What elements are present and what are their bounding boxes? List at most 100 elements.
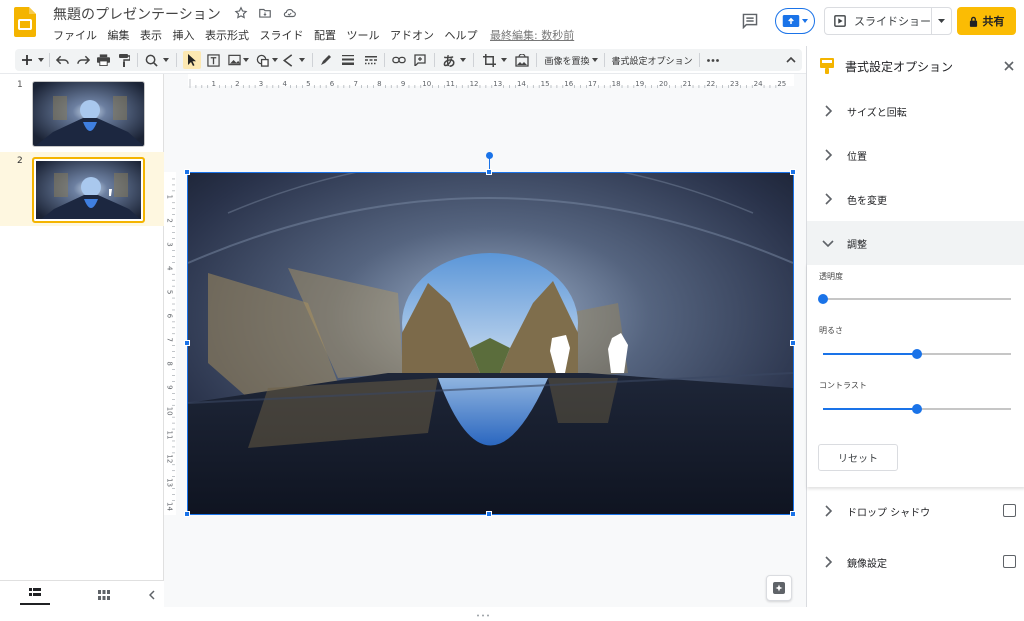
slide-image[interactable] (188, 173, 793, 514)
input-tools-icon[interactable]: あ (441, 52, 457, 70)
resize-handle[interactable] (184, 511, 190, 517)
share-button[interactable]: 共有 (957, 7, 1016, 35)
section-reflection[interactable]: 鏡像設定 (807, 540, 1024, 584)
slideshow-dropdown-button[interactable] (932, 8, 951, 34)
speaker-notes-drag-handle[interactable] (476, 602, 490, 617)
line-dropdown-icon[interactable] (298, 52, 306, 68)
slideshow-button[interactable]: スライドショー (825, 8, 933, 34)
comment-history-button[interactable] (738, 10, 762, 32)
ruler-label: 25 (777, 80, 786, 88)
menu-addons[interactable]: アドオン (390, 27, 434, 43)
vertical-ruler[interactable]: 1 2 3 4 5 6 7 8 9 10 11 12 13 14 (164, 172, 176, 515)
brightness-slider-thumb[interactable] (912, 349, 922, 359)
section-position[interactable]: 位置 (807, 133, 1024, 177)
redo-icon[interactable] (76, 52, 90, 68)
filmstrip-view-icon[interactable] (20, 583, 50, 605)
section-adjustments[interactable]: 調整 (807, 221, 1024, 265)
shape-icon[interactable] (255, 52, 269, 68)
last-edit-status[interactable]: 最終編集: 数秒前 (490, 27, 574, 43)
undo-icon[interactable] (55, 52, 69, 68)
input-tools-dropdown-icon[interactable] (459, 52, 467, 68)
panel-title: 書式設定オプション (845, 60, 954, 74)
grid-view-icon[interactable] (96, 588, 112, 602)
contrast-fill (823, 408, 917, 410)
explore-button[interactable] (766, 575, 792, 601)
move-folder-icon[interactable] (256, 4, 274, 22)
menu-view[interactable]: 表示 (140, 27, 162, 43)
resize-handle[interactable] (790, 169, 796, 175)
drop-shadow-checkbox[interactable] (1003, 504, 1016, 517)
present-to-meeting-button[interactable] (775, 8, 815, 34)
menu-edit[interactable]: 編集 (108, 27, 130, 43)
line-icon[interactable] (281, 52, 295, 68)
add-comment-icon[interactable] (413, 52, 427, 68)
menu-slide[interactable]: スライド (260, 27, 304, 43)
text-box-icon[interactable] (206, 52, 220, 68)
present-upload-icon (782, 15, 800, 27)
reflection-checkbox[interactable] (1003, 555, 1016, 568)
resize-handle[interactable] (790, 340, 796, 346)
slide-thumbnail-1[interactable] (32, 81, 145, 147)
menu-file[interactable]: ファイル (53, 27, 97, 43)
section-recolor[interactable]: 色を変更 (807, 177, 1024, 221)
ruler-label: 15 (541, 80, 550, 88)
play-icon (834, 15, 846, 27)
lock-icon (969, 16, 977, 27)
print-icon[interactable] (96, 52, 110, 68)
resize-handle[interactable] (486, 169, 492, 175)
border-weight-icon[interactable] (341, 52, 355, 68)
slide-thumbnail-2[interactable] (32, 157, 145, 223)
menu-insert[interactable]: 挿入 (173, 27, 195, 43)
horizontal-ruler[interactable]: 1 2 3 4 5 6 7 8 9 10 11 12 13 14 15 16 17 18 19 20 21 22 23 24 2… (188, 74, 794, 88)
format-options-button[interactable]: 書式設定オプション (611, 52, 693, 68)
reset-button[interactable]: リセット (818, 444, 898, 471)
menu-tools[interactable]: ツール (347, 27, 380, 43)
more-options-icon[interactable] (705, 52, 721, 68)
menu-help[interactable]: ヘルプ (445, 27, 478, 43)
replace-image-button[interactable]: 画像を置換 (543, 52, 599, 68)
crop-dropdown-icon[interactable] (500, 52, 508, 68)
insert-image-icon[interactable] (227, 52, 241, 68)
document-title[interactable]: 無題のプレゼンテーション (53, 4, 221, 24)
resize-handle[interactable] (184, 169, 190, 175)
image-dropdown-icon[interactable] (242, 52, 250, 68)
menu-format[interactable]: 表示形式 (205, 27, 249, 43)
section-title: サイズと回転 (847, 107, 907, 119)
rotation-handle[interactable] (486, 152, 493, 159)
section-size-rotation[interactable]: サイズと回転 (807, 89, 1024, 133)
slides-logo[interactable] (14, 7, 36, 37)
menu-arrange[interactable]: 配置 (314, 27, 336, 43)
reset-image-icon[interactable] (514, 52, 530, 68)
resize-handle[interactable] (184, 340, 190, 346)
paint-format-icon[interactable] (117, 52, 131, 68)
link-icon[interactable] (391, 52, 407, 68)
ruler-label: 11 (446, 80, 455, 88)
resize-handle[interactable] (790, 511, 796, 517)
panel-header: 書式設定オプション (807, 46, 1024, 86)
select-tool-icon[interactable] (183, 51, 201, 69)
collapse-filmstrip-icon[interactable] (146, 588, 158, 602)
star-icon[interactable] (232, 4, 250, 22)
border-color-icon[interactable] (319, 52, 333, 68)
collapse-toolbar-icon[interactable] (784, 52, 798, 68)
new-slide-icon[interactable] (19, 52, 35, 68)
format-options-panel: 書式設定オプション サイズと回転 位置 色を変更 透明度 明るさ コントラスト … (806, 46, 1024, 607)
brightness-fill (823, 353, 917, 355)
transparency-slider[interactable] (823, 298, 1011, 300)
new-slide-dropdown-icon[interactable] (37, 52, 45, 68)
resize-handle[interactable] (486, 511, 492, 517)
close-icon[interactable] (1001, 58, 1017, 74)
section-drop-shadow[interactable]: ドロップ シャドウ (807, 489, 1024, 533)
chevron-down-icon (938, 19, 946, 23)
zoom-dropdown-icon[interactable] (162, 52, 170, 68)
shape-dropdown-icon[interactable] (271, 52, 279, 68)
ruler-label: 5 (166, 290, 174, 294)
cloud-status-icon[interactable] (280, 4, 298, 22)
crop-icon[interactable] (481, 52, 497, 68)
format-options-icon (820, 58, 836, 74)
zoom-icon[interactable] (143, 52, 159, 68)
contrast-slider-thumb[interactable] (912, 404, 922, 414)
ruler-label: 1 (166, 195, 174, 199)
transparency-slider-thumb[interactable] (818, 294, 828, 304)
border-dash-icon[interactable] (364, 52, 378, 68)
